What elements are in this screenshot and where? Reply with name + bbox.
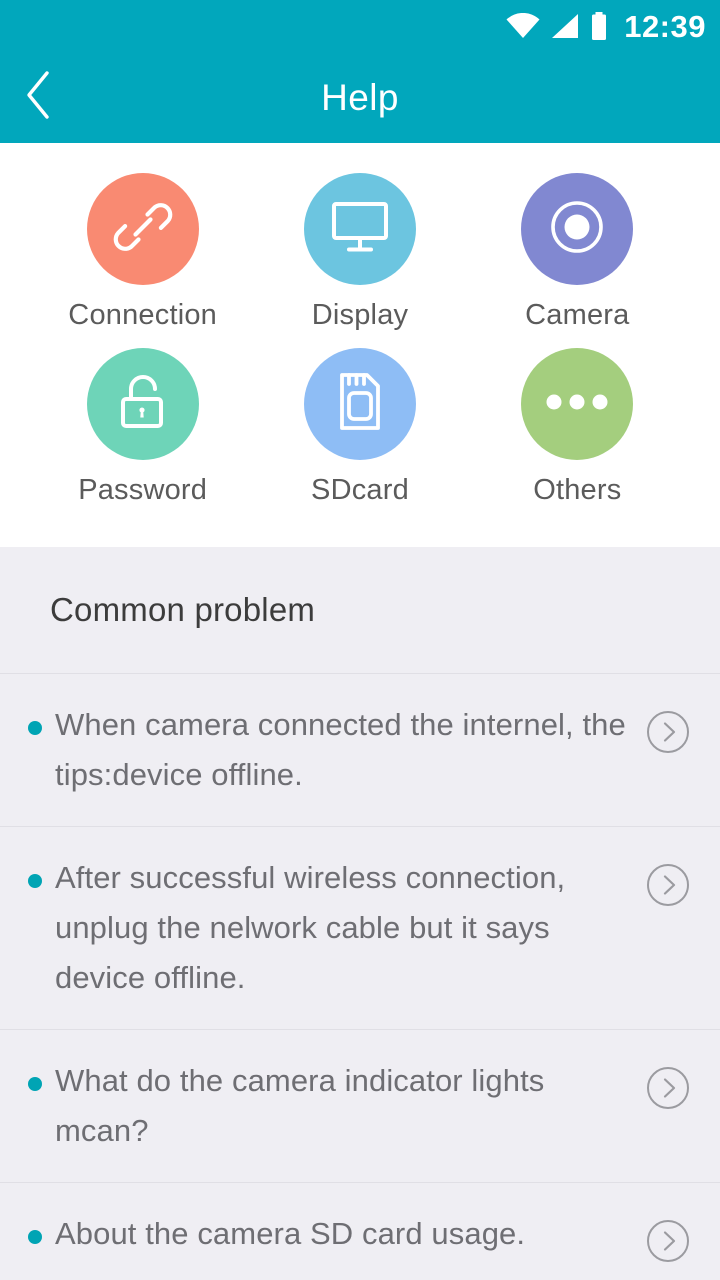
help-screen: 12:39 Help Connection Display Camera Pas…: [0, 0, 720, 1280]
back-button[interactable]: [0, 52, 76, 143]
link-chain-icon: [113, 197, 173, 262]
page-title: Help: [321, 76, 399, 118]
bullet-icon: [28, 1077, 42, 1091]
others-icon-circle: [521, 348, 634, 460]
category-camera[interactable]: Camera: [486, 173, 668, 332]
category-password[interactable]: Password: [52, 348, 234, 507]
category-display[interactable]: Display: [269, 173, 451, 332]
monitor-icon: [329, 198, 391, 261]
chevron-right-circle-icon[interactable]: [646, 710, 690, 759]
list-item-label: What do the camera indicator lights mcan…: [55, 1063, 545, 1148]
camera-icon-circle: [521, 173, 634, 285]
ellipsis-icon: [545, 392, 609, 417]
password-icon-circle: [86, 348, 199, 460]
status-bar: 12:39: [0, 0, 720, 52]
list-item-label: After successful wireless connection, un…: [55, 860, 566, 995]
category-label: Password: [78, 474, 208, 506]
category-others[interactable]: Others: [486, 348, 668, 507]
chevron-right-circle-icon[interactable]: [646, 863, 690, 912]
open-lock-icon: [113, 371, 173, 438]
list-item[interactable]: After successful wireless connection, un…: [0, 827, 720, 1030]
category-label: Display: [311, 299, 409, 331]
wifi-icon: [506, 13, 540, 39]
app-bar: Help: [0, 52, 720, 143]
category-grid: Connection Display Camera Password SDcar…: [0, 143, 720, 547]
cellular-signal-icon: [550, 13, 580, 39]
chevron-right-circle-icon[interactable]: [646, 1066, 690, 1115]
display-icon-circle: [303, 173, 416, 285]
list-item-label: About the camera SD card usage.: [55, 1216, 526, 1251]
camera-lens-icon: [545, 195, 609, 264]
category-row-2: Password SDcard Others: [0, 348, 720, 507]
section-title: Common problem: [50, 591, 316, 628]
common-problem-list: When camera connected the internel, the …: [0, 674, 720, 1280]
list-item[interactable]: When camera connected the internel, the …: [0, 674, 720, 827]
list-item[interactable]: About the camera SD card usage.: [0, 1183, 720, 1280]
common-problem-header: Common problem: [0, 547, 720, 674]
bullet-icon: [28, 874, 42, 888]
bullet-icon: [28, 721, 42, 735]
category-connection[interactable]: Connection: [52, 173, 234, 332]
category-label: Camera: [525, 299, 630, 331]
category-label: Connection: [68, 299, 218, 331]
bullet-icon: [28, 1230, 42, 1244]
sd-card-icon: [331, 371, 389, 438]
list-item[interactable]: What do the camera indicator lights mcan…: [0, 1030, 720, 1183]
category-sdcard[interactable]: SDcard: [269, 348, 451, 507]
battery-icon: [590, 12, 608, 40]
sdcard-icon-circle: [303, 348, 416, 460]
chevron-right-circle-icon[interactable]: [646, 1219, 690, 1268]
connection-icon-circle: [86, 173, 199, 285]
category-label: SDcard: [311, 474, 409, 506]
chevron-left-icon: [23, 70, 53, 125]
list-item-label: When camera connected the internel, the …: [55, 707, 626, 792]
category-row-1: Connection Display Camera: [0, 173, 720, 332]
category-label: Others: [533, 474, 622, 506]
status-bar-clock: 12:39: [624, 8, 706, 44]
